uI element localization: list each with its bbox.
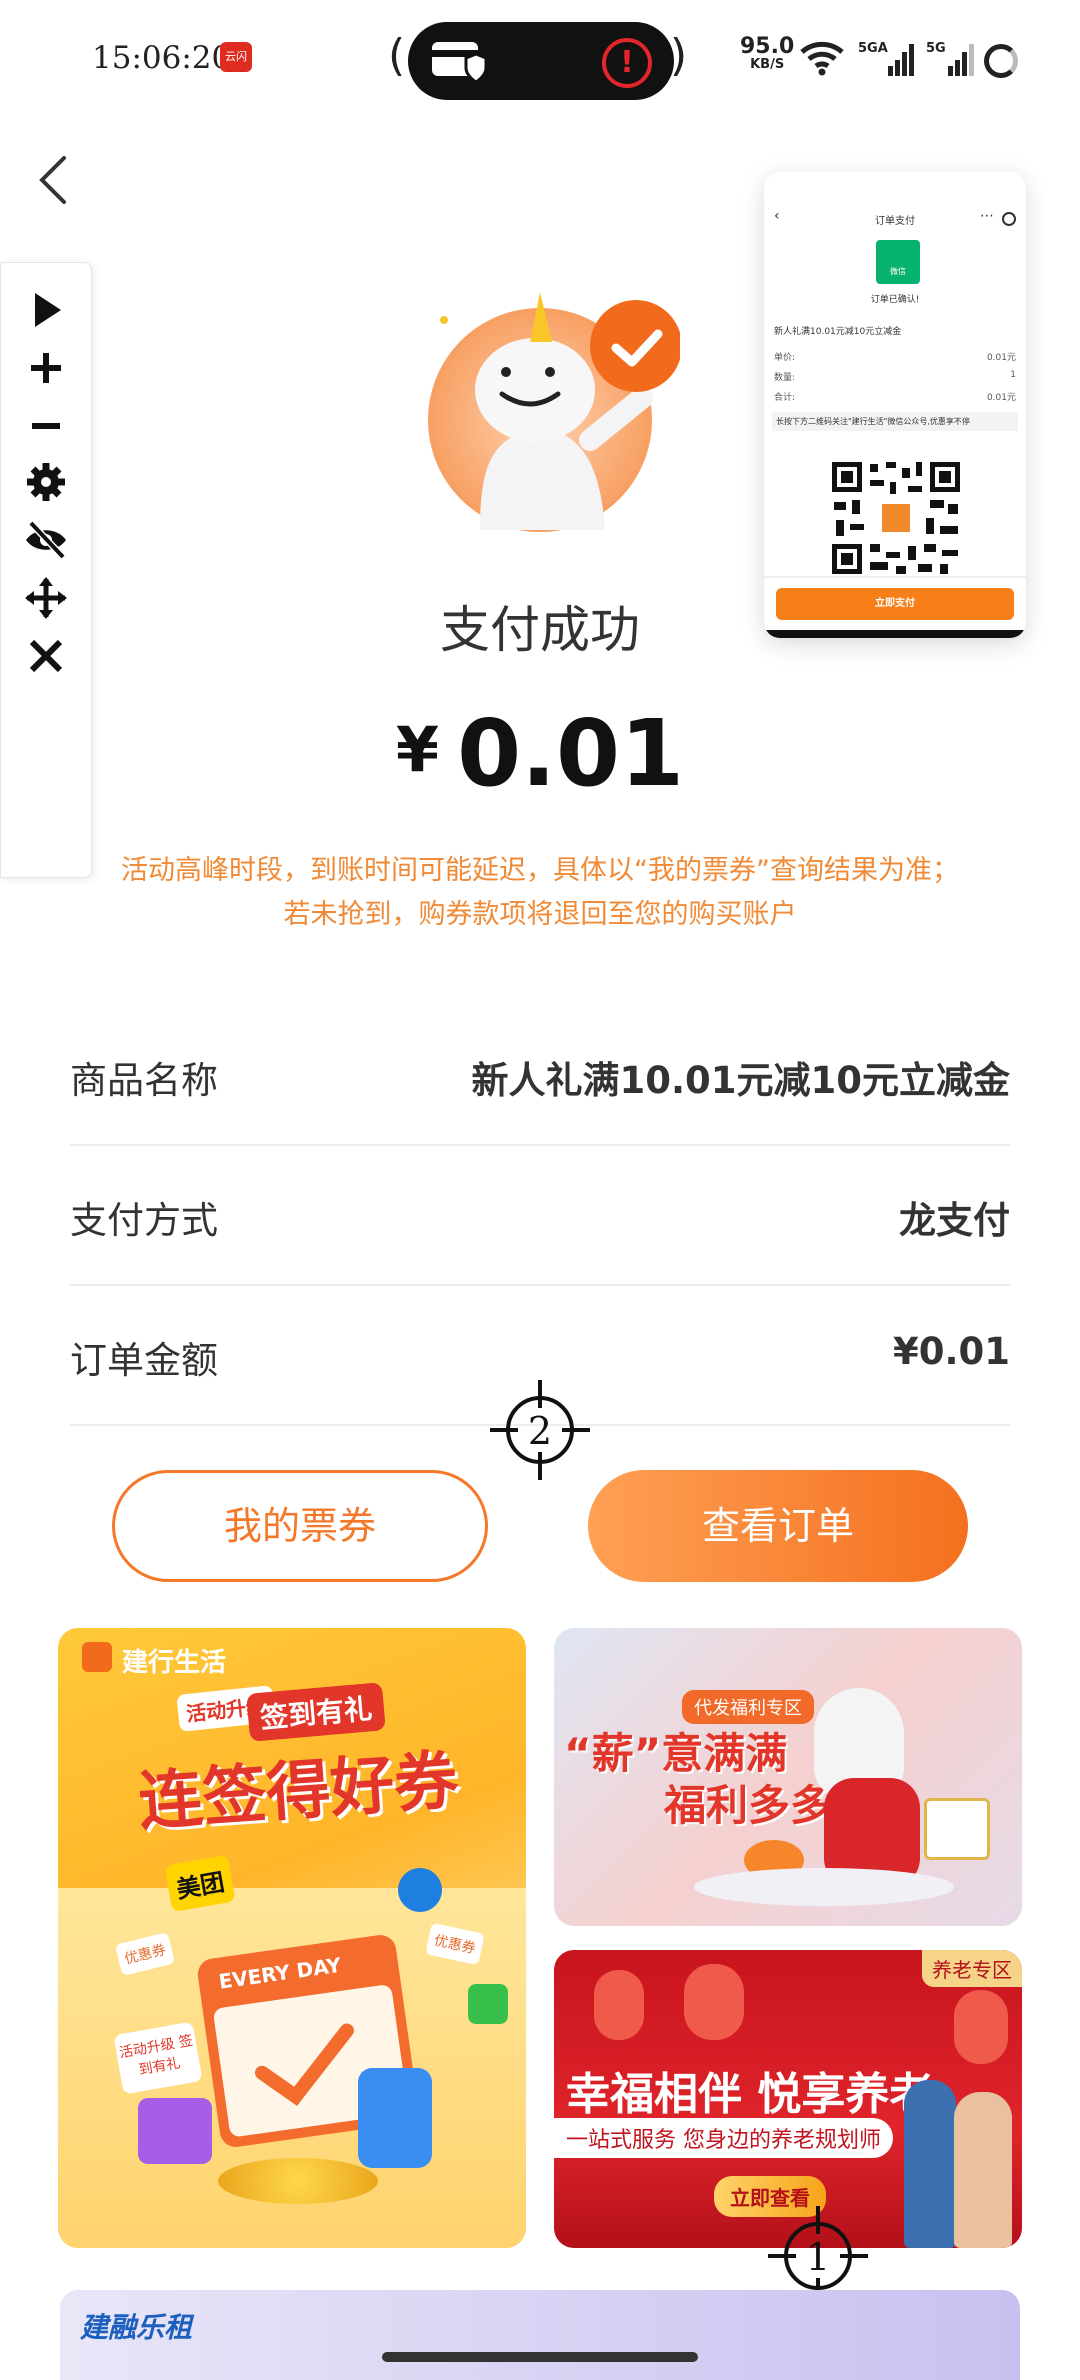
my-tickets-button[interactable]: 我的票券 xyxy=(112,1470,488,1582)
ccb-logo-icon xyxy=(82,1642,112,1672)
preview-target-icon xyxy=(1002,212,1016,226)
detail-label: 订单金额 xyxy=(70,1339,218,1382)
welfare-line-2: 福利多多 xyxy=(664,1781,833,1830)
banner-headline: 连签得好券 xyxy=(136,1743,461,1841)
preview-row: 单价: 0.01元 xyxy=(774,353,1016,363)
preview-status: 订单已确认! xyxy=(870,295,920,305)
ele-logo-icon xyxy=(398,1868,442,1912)
wifi-icon xyxy=(800,41,844,76)
plus-icon[interactable] xyxy=(23,345,69,391)
lantern-icon xyxy=(954,1990,1008,2064)
notice-line-1: 活动高峰时段，到账时间可能延迟，具体以“我的票券”查询结果为准； xyxy=(121,855,959,886)
welfare-zone-tag: 代发福利专区 xyxy=(682,1690,814,1724)
svg-text:2: 2 xyxy=(528,1409,552,1453)
app-notification-icon: 云闪付 xyxy=(220,42,252,93)
banner-payroll-welfare[interactable]: 代发福利专区 “薪”意满满 福利多多 xyxy=(554,1628,1022,1926)
svg-text:5G: 5G xyxy=(926,41,946,56)
payment-preview-thumbnail[interactable]: ‹ 订单支付 ⋯ 微信 订单已确认! 新人礼满10.01元减10元立减金 单价:… xyxy=(764,172,1026,638)
minus-icon[interactable] xyxy=(23,403,69,449)
eye-off-icon[interactable] xyxy=(23,517,69,563)
battery-icon xyxy=(984,44,1018,78)
play-icon[interactable] xyxy=(23,287,69,333)
payment-success-title: 支付成功 xyxy=(440,601,640,659)
detergent-illustration xyxy=(358,2068,432,2168)
status-bar: 15:06:20 云闪付 ( ) ! 95.0 KB/S 5GA 5G xyxy=(0,0,1080,120)
network-speed: 95.0 KB/S xyxy=(740,34,795,73)
elderly-headline: 幸福相伴 悦享养老 xyxy=(566,2069,934,2120)
elderly-man-illustration xyxy=(904,2080,956,2248)
green-app-icon xyxy=(468,1984,508,2024)
detail-row-payment-method: 支付方式 龙支付 xyxy=(70,1144,1010,1286)
checkin-gift-tag: 签到有礼 xyxy=(246,1682,386,1742)
brand-label: 建行生活 xyxy=(122,1648,227,1678)
paid-amount: ¥0.01 xyxy=(395,700,685,807)
gift-box-illustration xyxy=(924,1798,990,1860)
rental-brand-label: 建融乐租 xyxy=(80,2311,193,2344)
podium-illustration xyxy=(694,1868,954,1906)
warning-icon: ! xyxy=(602,38,652,88)
preview-product: 新人礼满10.01元减10元立减金 xyxy=(774,327,902,337)
crosshair-marker-2: 2 xyxy=(490,1380,590,1480)
elderly-subtitle: 一站式服务 您身边的养老规划师 xyxy=(554,2118,893,2158)
detail-label: 支付方式 xyxy=(70,1199,218,1242)
banner-daily-checkin[interactable]: 建行生活 活动升级 签到有礼 连签得好券 美团 EVERY DAY 优惠券 优惠… xyxy=(58,1628,526,2248)
detail-row-product: 商品名称 新人礼满10.01元减10元立减金 xyxy=(70,1004,1010,1146)
banner-rental[interactable]: 建融乐租 xyxy=(60,2290,1020,2380)
view-order-button[interactable]: 查看订单 xyxy=(588,1470,968,1582)
preview-row: 合计: 0.01元 xyxy=(774,393,1016,403)
back-button[interactable] xyxy=(30,150,80,210)
coins-illustration xyxy=(218,2158,378,2204)
home-indicator[interactable] xyxy=(382,2352,698,2362)
svg-text:5GA: 5GA xyxy=(858,41,888,56)
status-time: 15:06:20 xyxy=(92,40,232,76)
detail-label: 商品名称 xyxy=(70,1059,218,1102)
qr-code-image xyxy=(830,460,962,576)
lantern-icon xyxy=(684,1964,744,2040)
preview-row: 数量: 1 xyxy=(774,370,1016,383)
signal-5ga-icon: 5GA xyxy=(858,41,914,76)
svg-text:1: 1 xyxy=(806,2235,830,2279)
detail-value: 新人礼满10.01元减10元立减金 xyxy=(471,1059,1010,1102)
preview-merchant-logo: 微信 xyxy=(876,240,920,284)
preview-more-icon: ⋯ xyxy=(980,208,994,224)
lantern-icon xyxy=(594,1970,644,2040)
pill-left-bracket: ( xyxy=(388,30,406,81)
detail-value: ¥0.01 xyxy=(892,1330,1010,1373)
signal-5g-icon: 5G xyxy=(926,41,974,76)
preview-tip: 长按下方二维码关注"建行生活"微信公众号,优惠享不停 xyxy=(772,412,1018,431)
banner-elderly-care[interactable]: 养老专区 幸福相伴 悦享养老 一站式服务 您身边的养老规划师 立即查看 xyxy=(554,1950,1022,2248)
detail-value: 龙支付 xyxy=(899,1199,1010,1242)
notice-line-2: 若未抢到，购券款项将退回至您的购买账户 xyxy=(283,899,797,930)
elderly-woman-illustration xyxy=(954,2092,1012,2248)
success-mascot-illustration xyxy=(428,292,680,532)
gift-box-illustration xyxy=(138,2098,212,2164)
card-shield-icon xyxy=(432,42,488,84)
elderly-zone-tag: 养老专区 xyxy=(922,1950,1022,1987)
gear-icon[interactable] xyxy=(23,459,69,505)
